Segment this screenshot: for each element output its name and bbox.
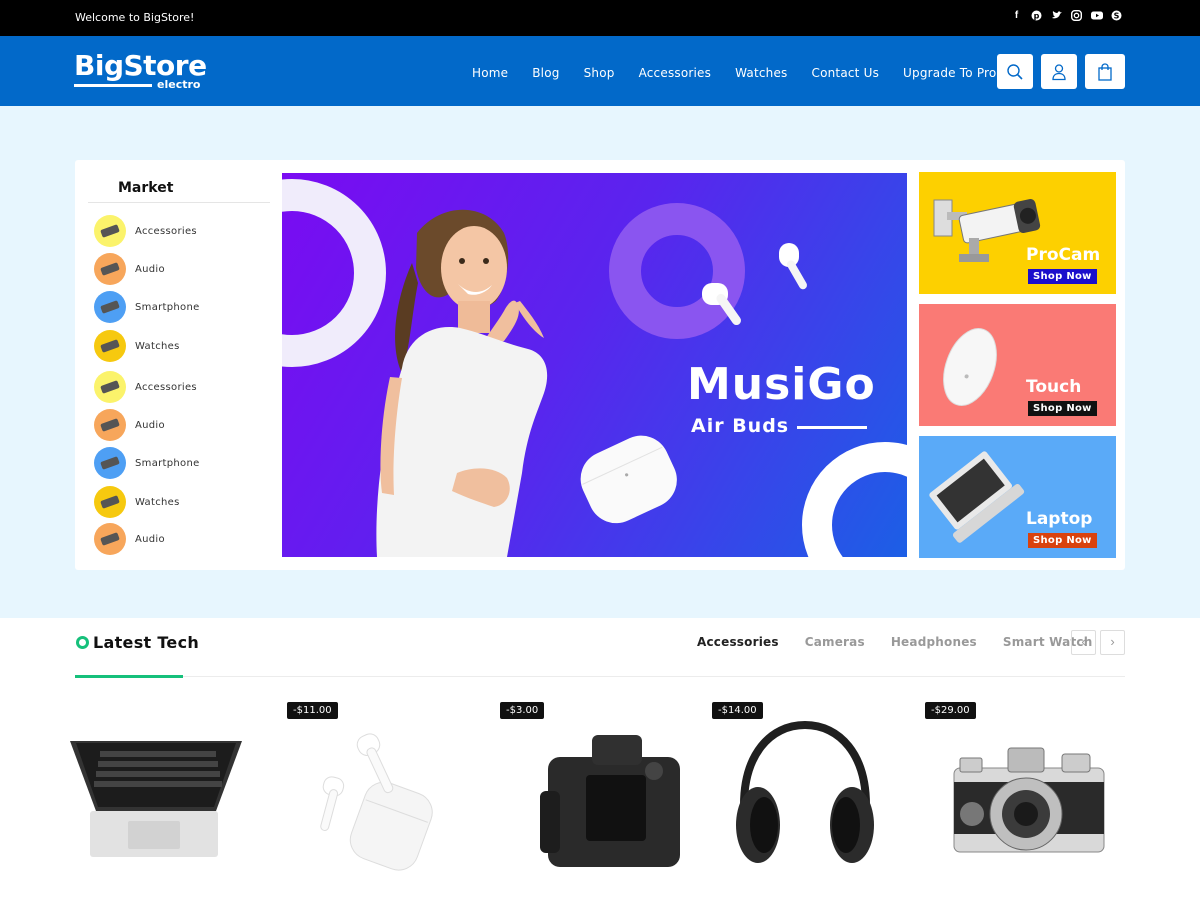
discount-badge: -$29.00 [925,702,976,719]
side-banner-laptop[interactable]: Laptop Shop Now [919,436,1116,558]
side-banner-touch[interactable]: Touch Shop Now [919,304,1116,426]
product-headphones-image[interactable] [730,715,880,865]
laptop-image [929,451,1025,543]
latest-tech-title: Latest Tech [93,633,200,652]
side-banner-procam[interactable]: ProCam Shop Now [919,172,1116,294]
market-item[interactable]: Smartphone [94,291,200,323]
market-item-thumbnail [94,215,126,247]
tab-accessories[interactable]: Accessories [697,635,779,649]
instagram-icon[interactable] [1070,9,1083,22]
market-item-thumbnail [94,447,126,479]
main-header: BigStore electro Home Blog Shop Accessor… [0,36,1200,106]
market-item[interactable]: Audio [94,523,165,555]
skype-icon[interactable]: S [1111,10,1122,22]
svg-text:S: S [1114,11,1120,20]
market-item-label: Audio [135,533,165,545]
main-nav: Home Blog Shop Accessories Watches Conta… [472,66,1020,80]
market-item-label: Smartphone [135,457,200,469]
youtube-icon[interactable] [1091,10,1103,22]
market-title: Market [118,180,174,196]
logo-underline [74,84,152,87]
banner-subtitle: Air Buds [691,415,790,437]
twitter-icon[interactable] [1051,10,1062,22]
market-item-thumbnail [94,486,126,518]
procam-shop-now-button[interactable]: Shop Now [1028,269,1097,284]
nav-accessories[interactable]: Accessories [639,66,712,80]
market-item-label: Smartphone [135,301,200,313]
nav-shop[interactable]: Shop [584,66,615,80]
facebook-icon[interactable]: f [1011,10,1022,22]
nav-blog[interactable]: Blog [532,66,559,80]
search-button[interactable] [997,54,1033,89]
product-dslr-camera-image[interactable] [536,715,686,875]
prev-arrow-button[interactable]: ‹ [1071,630,1096,655]
market-item[interactable]: Audio [94,409,165,441]
market-item[interactable]: Audio [94,253,165,285]
product-earbuds-image[interactable] [310,715,460,875]
account-button[interactable] [1041,54,1077,89]
market-item-label: Accessories [135,225,197,237]
laptop-shop-now-button[interactable]: Shop Now [1028,533,1097,548]
hero-card: Market Accessories Audio Smartphone Watches… [75,160,1125,570]
side-banner-laptop-title: Laptop [1026,509,1093,529]
mouse-image [943,328,997,406]
side-banner-touch-title: Touch [1026,377,1082,397]
market-item-label: Watches [135,496,180,508]
touch-shop-now-button[interactable]: Shop Now [1028,401,1097,416]
banner-title: MusiGo [687,359,876,410]
market-item-thumbnail [94,330,126,362]
market-item-label: Audio [135,419,165,431]
tab-headphones[interactable]: Headphones [891,635,977,649]
nav-watches[interactable]: Watches [735,66,787,80]
nav-home[interactable]: Home [472,66,508,80]
next-arrow-button[interactable]: › [1100,630,1125,655]
market-item-thumbnail [94,291,126,323]
main-banner[interactable]: MusiGo Air Buds [282,173,907,557]
market-item-thumbnail [94,409,126,441]
market-item[interactable]: Watches [94,330,180,362]
product-laptop-image[interactable] [68,715,246,865]
market-item-label: Watches [135,340,180,352]
banner-subtitle-line [797,426,867,429]
market-item-label: Audio [135,263,165,275]
latest-tabs: Accessories Cameras Headphones Smart Wat… [697,635,1118,649]
latest-divider [75,676,1125,677]
latest-title-underline [75,675,183,678]
welcome-text: Welcome to BigStore! [75,11,195,24]
user-icon [1052,63,1066,80]
nav-contact-us[interactable]: Contact Us [812,66,880,80]
market-item-thumbnail [94,253,126,285]
market-divider [88,202,270,203]
tab-cameras[interactable]: Cameras [805,635,865,649]
market-item-thumbnail [94,371,126,403]
market-item[interactable]: Accessories [94,215,197,247]
product-vintage-camera-image[interactable] [938,738,1114,868]
market-item[interactable]: Smartphone [94,447,200,479]
top-bar: Welcome to BigStore! f p S [0,0,1200,36]
site-logo[interactable]: BigStore electro [74,50,209,92]
market-item-thumbnail [94,523,126,555]
side-banner-procam-title: ProCam [1026,245,1101,265]
latest-title-dot [76,636,89,649]
pinterest-icon[interactable]: p [1031,10,1042,22]
cart-button[interactable] [1085,54,1125,89]
cart-icon [1098,62,1112,81]
social-links: f p S [1011,9,1122,22]
market-item[interactable]: Accessories [94,371,197,403]
market-item[interactable]: Watches [94,486,180,518]
nav-upgrade-to-pro[interactable]: Upgrade To Pro [903,66,996,80]
search-icon [1007,63,1023,80]
market-item-label: Accessories [135,381,197,393]
svg-text:p: p [1034,11,1040,20]
logo-sub-text: electro [157,78,201,91]
